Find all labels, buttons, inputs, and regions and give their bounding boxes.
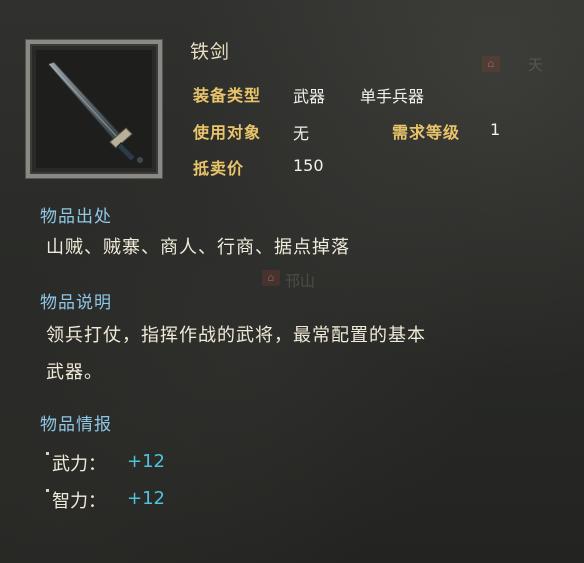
stat-name-intelligence: 智力： <box>52 491 106 512</box>
origin-text: 山贼、贼寨、商人、行商、据点掉落 <box>46 237 350 258</box>
sell-price-label: 抵卖价 <box>193 159 245 178</box>
description-line-1: 领兵打仗，指挥作战的武将，最常配置的基本 <box>46 325 426 346</box>
map-badge-icon: ⌂ <box>482 56 500 72</box>
equip-type-label: 装备类型 <box>193 86 262 105</box>
map-badge-icon: ⌂ <box>262 270 280 286</box>
stat-name-strength: 武力： <box>52 454 106 475</box>
map-place-label: 邗山 <box>285 272 316 290</box>
required-level-label: 需求等级 <box>392 123 461 142</box>
stat-bullet <box>46 452 49 455</box>
map-place-label: 天 <box>528 56 544 74</box>
use-target-label: 使用对象 <box>193 123 262 142</box>
description-heading: 物品说明 <box>40 293 112 313</box>
stat-bullet <box>46 489 49 492</box>
equip-type-value: 武器 <box>293 87 326 106</box>
equip-subtype-value: 单手兵器 <box>360 87 425 106</box>
stat-value-intelligence: +12 <box>127 488 165 509</box>
required-level-value: 1 <box>490 120 501 139</box>
item-icon-frame <box>26 40 162 178</box>
sell-price-value: 150 <box>293 156 324 175</box>
info-heading: 物品情报 <box>40 415 112 435</box>
stat-value-strength: +12 <box>127 451 165 472</box>
description-line-2: 武器。 <box>46 362 103 383</box>
use-target-value: 无 <box>293 124 310 143</box>
iron-sword-icon <box>47 61 143 163</box>
origin-heading: 物品出处 <box>40 207 112 227</box>
item-name: 铁剑 <box>190 41 231 63</box>
